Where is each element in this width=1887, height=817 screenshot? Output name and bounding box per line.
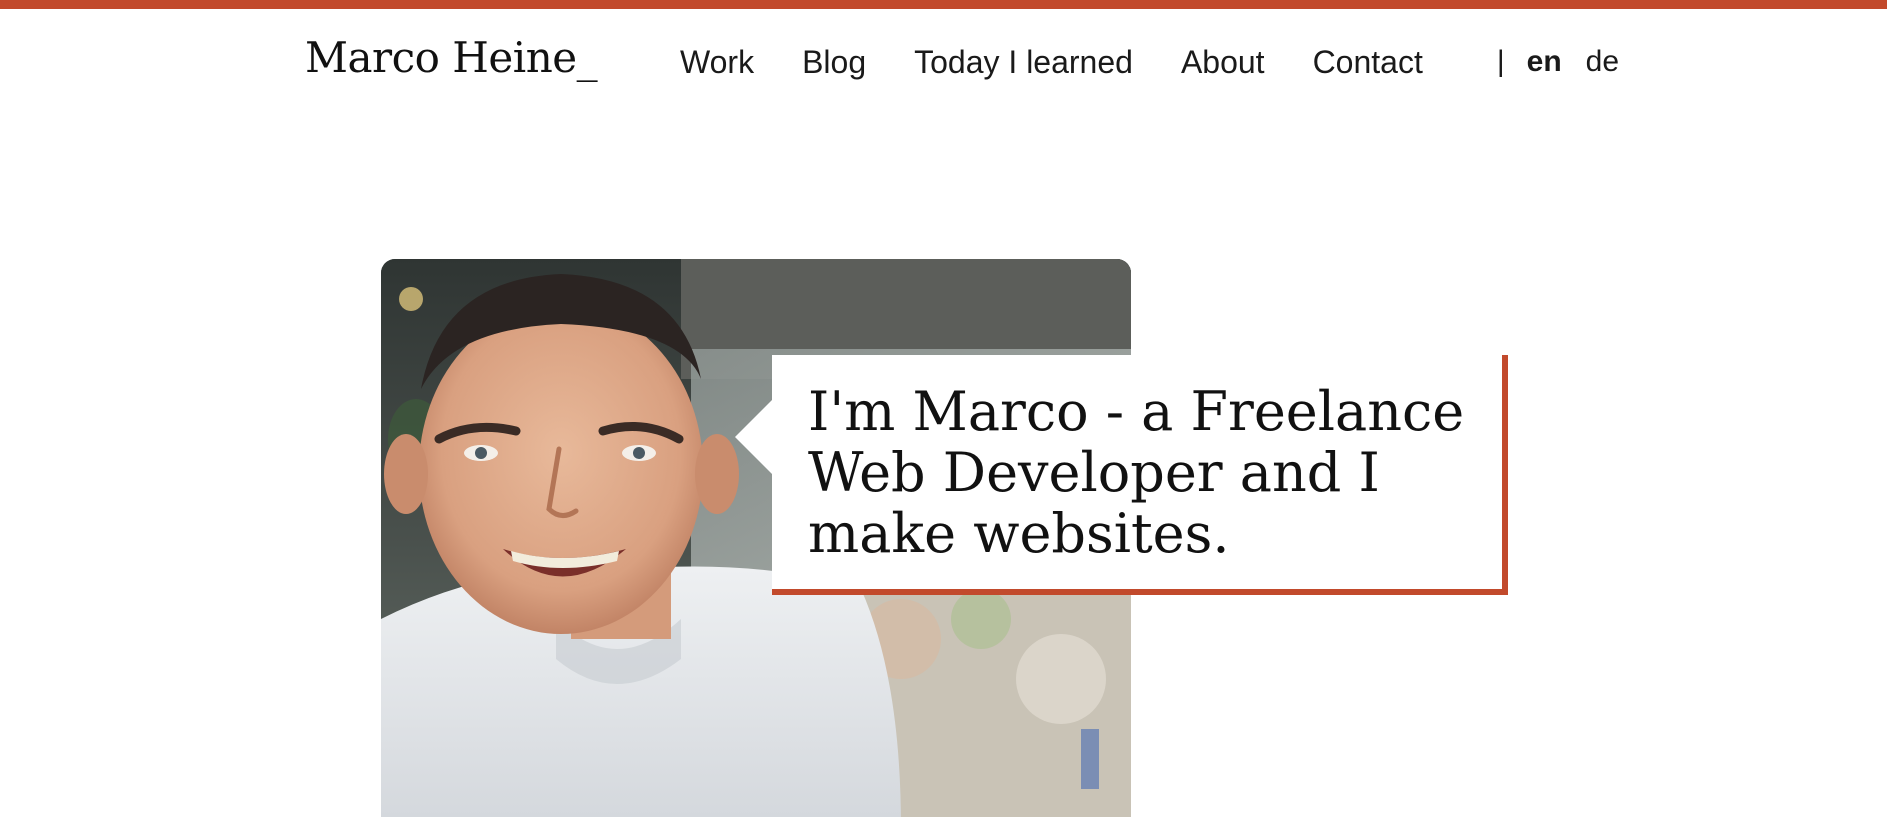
nav-link-blog[interactable]: Blog — [802, 44, 866, 81]
accent-top-bar — [0, 0, 1887, 9]
speech-bubble-pointer — [735, 400, 772, 474]
language-en-active[interactable]: en — [1527, 45, 1562, 79]
nav-link-contact[interactable]: Contact — [1313, 44, 1423, 81]
hero-headline: I'm Marco - a Freelance Web Developer an… — [808, 380, 1465, 565]
nav-link-work[interactable]: Work — [680, 44, 754, 81]
nav-separator: | — [1496, 45, 1505, 78]
language-de[interactable]: de — [1586, 45, 1619, 79]
main-navigation: Work Blog Today I learned About Contact … — [680, 40, 1619, 84]
site-logo[interactable]: Marco Heine_ — [305, 28, 598, 88]
intro-speech-bubble: I'm Marco - a Freelance Web Developer an… — [735, 355, 1508, 595]
nav-link-about[interactable]: About — [1181, 44, 1265, 81]
nav-link-today-i-learned[interactable]: Today I learned — [914, 44, 1133, 81]
